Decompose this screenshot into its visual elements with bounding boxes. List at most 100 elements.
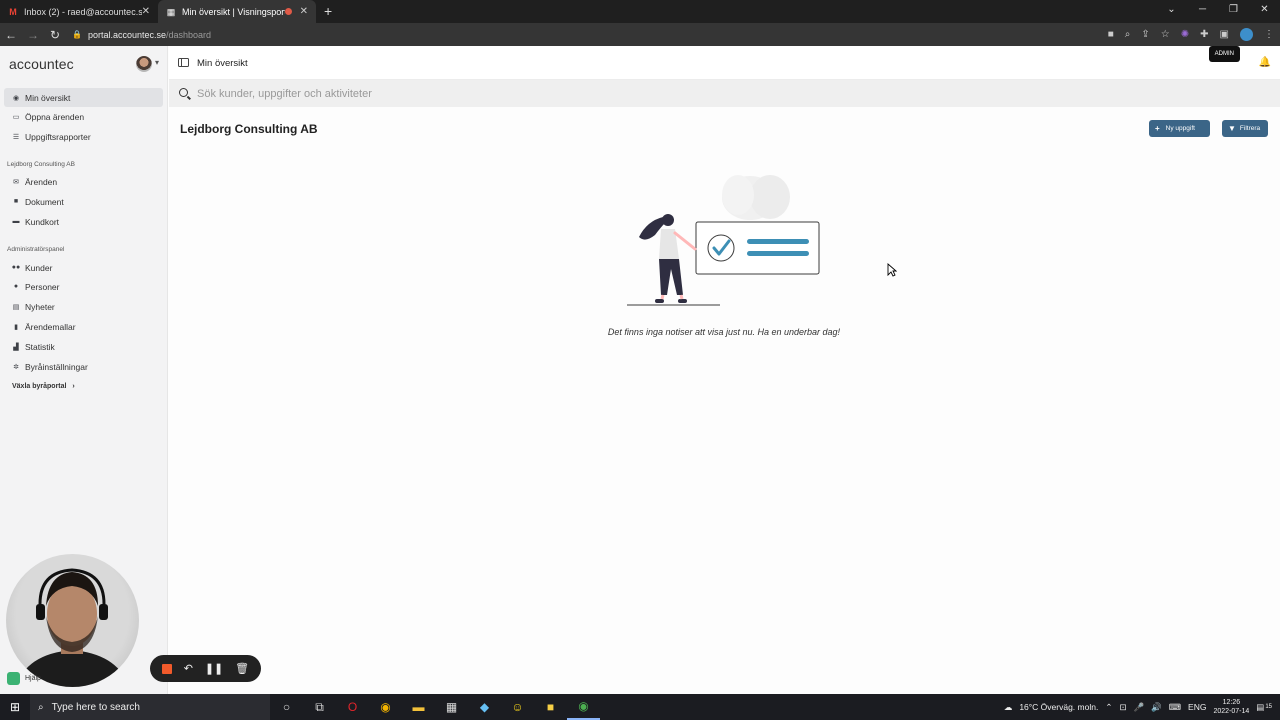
help-icon — [7, 672, 20, 685]
back-button[interactable]: ← — [0, 28, 22, 42]
search-bar — [169, 80, 1280, 107]
url-path: /dashboard — [166, 29, 212, 40]
search-input[interactable] — [197, 86, 797, 101]
sidebar-item-agency-settings[interactable]: ✲ Byråinställningar — [4, 357, 163, 376]
sidebar-item-label: Dokument — [25, 196, 64, 207]
chrome-icon[interactable]: ◉ — [369, 694, 402, 720]
opera-icon[interactable]: O — [336, 694, 369, 720]
sidebar-item-cases[interactable]: ✉ Ärenden — [4, 172, 163, 191]
portal-favicon-icon: ▦ — [166, 6, 176, 17]
filter-icon: ▼ — [1228, 124, 1236, 133]
microphone-icon[interactable]: 🎤 — [1134, 702, 1145, 713]
sidebar-item-label: Statistik — [25, 341, 55, 352]
help-label: Hjälp — [25, 675, 41, 682]
share-icon[interactable]: ⇪ — [1141, 29, 1149, 40]
keyboard-icon[interactable]: ⌨ — [1169, 702, 1181, 713]
recorder-controls: ↶ ❚❚ 🗑 — [150, 655, 261, 682]
section-label-company: Lejdborg Consulting AB — [7, 161, 75, 168]
help-button[interactable]: Hjälp — [7, 672, 41, 685]
section-label-admin: Administratörspanel — [7, 246, 65, 253]
stop-record-button[interactable] — [161, 663, 172, 674]
sidebar-item-persons[interactable]: ● Personer — [4, 277, 163, 296]
sidebar-item-overview[interactable]: ◉ Min översikt — [4, 88, 163, 107]
page-title: Min översikt — [197, 58, 248, 69]
close-icon[interactable]: ✕ — [142, 6, 150, 17]
trash-icon[interactable]: 🗑 — [235, 662, 249, 675]
puzzle-icon[interactable]: ✚ — [1200, 29, 1208, 40]
reload-button[interactable]: ↻ — [44, 28, 66, 42]
tab-search-icon[interactable]: ⌄ — [1156, 0, 1187, 23]
tab-inbox[interactable]: M Inbox (2) - raed@accountec.se - ✕ — [0, 0, 158, 23]
new-tab-button[interactable]: + — [316, 0, 340, 23]
url-host: portal.accountec.se — [87, 29, 167, 40]
menu-dots-icon[interactable]: ⋮ — [1264, 29, 1274, 40]
sidebar-toggle-icon[interactable] — [178, 58, 189, 67]
close-icon[interactable]: ✕ — [300, 6, 308, 17]
extension-icon[interactable]: ✺ — [1181, 29, 1189, 40]
sidebar-item-task-reports[interactable]: ☰ Uppgiftsrapporter — [4, 127, 163, 146]
zoom-icon[interactable]: ⌕ — [1125, 29, 1131, 40]
chevron-down-icon[interactable]: ▾ — [155, 58, 159, 67]
sidebar-item-documents[interactable]: ■ Dokument — [4, 192, 163, 211]
weather-icon: ☁ — [1003, 701, 1013, 712]
store-icon[interactable]: ▦ — [435, 694, 468, 720]
sidebar-item-customers[interactable]: ●● Kunder — [4, 258, 163, 277]
taskbar-search-placeholder: Type here to search — [51, 701, 140, 713]
side-panel-icon[interactable]: ▣ — [1220, 29, 1229, 40]
tab-title: Inbox (2) - raed@accountec.se - — [24, 6, 142, 17]
windows-taskbar: ⊞ ⌕ Type here to search ○ ⧉ O ◉ ▬ ▦ ◆ ☺ … — [0, 694, 1280, 720]
sidebar-item-label: Byråinställningar — [25, 361, 88, 372]
chrome-active-icon[interactable]: ◉ — [567, 694, 600, 720]
filter-button[interactable]: ▼ Filtrera — [1222, 120, 1268, 137]
sidebar-item-case-templates[interactable]: ▮ Ärendemallar — [4, 317, 163, 336]
avatar[interactable] — [136, 56, 152, 72]
notification-icon[interactable]: ▤ — [1256, 702, 1264, 713]
user-icon: ● — [13, 283, 19, 290]
bookmark-star-icon[interactable]: ☆ — [1161, 29, 1170, 40]
forward-button[interactable]: → — [22, 28, 44, 42]
chart-icon: ▟ — [13, 343, 19, 351]
url-field[interactable]: 🔒 portal.accountec.se/dashboard — [72, 30, 211, 40]
switch-portal-link[interactable]: Växla byråportal › — [12, 383, 75, 390]
norton-icon[interactable]: ☺ — [501, 694, 534, 720]
volume-icon[interactable]: 🔊 — [1151, 702, 1162, 713]
task-view-icon[interactable]: ⧉ — [303, 694, 336, 720]
bell-icon[interactable]: 🔔 — [1259, 57, 1271, 68]
pause-icon[interactable]: ❚❚ — [205, 662, 223, 675]
sidebar-item-label: Öppna ärenden — [25, 111, 85, 122]
restore-button[interactable]: ❐ — [1218, 0, 1249, 23]
notification-count: 15 — [1265, 704, 1272, 710]
minimize-button[interactable]: ─ — [1187, 0, 1218, 23]
sidebar-item-customer-card[interactable]: ▬ Kundkort — [4, 212, 163, 231]
cortana-icon[interactable]: ○ — [270, 694, 303, 720]
undo-icon[interactable]: ↶ — [184, 662, 193, 675]
clock[interactable]: 12:26 2022-07-14 — [1213, 698, 1249, 716]
taskbar-apps: ○ ⧉ O ◉ ▬ ▦ ◆ ☺ ■ ◉ — [270, 694, 600, 720]
mouse-cursor-icon — [887, 263, 897, 277]
company-title: Lejdborg Consulting AB — [180, 122, 318, 136]
chevron-up-icon[interactable]: ⌃ — [1105, 702, 1112, 713]
network-icon[interactable]: ⊡ — [1119, 702, 1126, 713]
tab-dashboard[interactable]: ▦ Min översikt | Visningsportal ✕ — [158, 0, 316, 23]
sticky-notes-icon[interactable]: ■ — [534, 694, 567, 720]
language-indicator[interactable]: ENG — [1188, 702, 1206, 712]
sidebar-item-open-cases[interactable]: ▭ Öppna ärenden — [4, 107, 163, 126]
taskbar-search[interactable]: ⌕ Type here to search — [30, 694, 270, 720]
clock-time: 12:26 — [1222, 699, 1241, 706]
app-logo[interactable]: accountec — [9, 56, 74, 72]
system-tray: ☁ 16°C Överväg. moln. ⌃ ⊡ 🎤 🔊 ⌨ ENG 12:2… — [1004, 694, 1280, 720]
search-icon: ⌕ — [38, 701, 44, 713]
steam-icon[interactable]: ◆ — [468, 694, 501, 720]
file-explorer-icon[interactable]: ▬ — [402, 694, 435, 720]
profile-avatar[interactable] — [1240, 28, 1253, 41]
camera-icon[interactable]: ■ — [1108, 29, 1114, 40]
sidebar-item-news[interactable]: ▤ Nyheter — [4, 297, 163, 316]
close-window-button[interactable]: ✕ — [1249, 0, 1280, 23]
sidebar-item-statistics[interactable]: ▟ Statistik — [4, 337, 163, 356]
new-task-button[interactable]: + Ny uppgift — [1149, 120, 1210, 137]
weather-text[interactable]: 16°C Överväg. moln. — [1019, 702, 1098, 712]
windows-start-icon[interactable]: ⊞ — [0, 700, 30, 714]
compass-icon: ◉ — [12, 94, 20, 102]
sidebar-item-label: Ärendemallar — [25, 321, 76, 332]
switch-portal-label: Växla byråportal — [12, 383, 67, 390]
